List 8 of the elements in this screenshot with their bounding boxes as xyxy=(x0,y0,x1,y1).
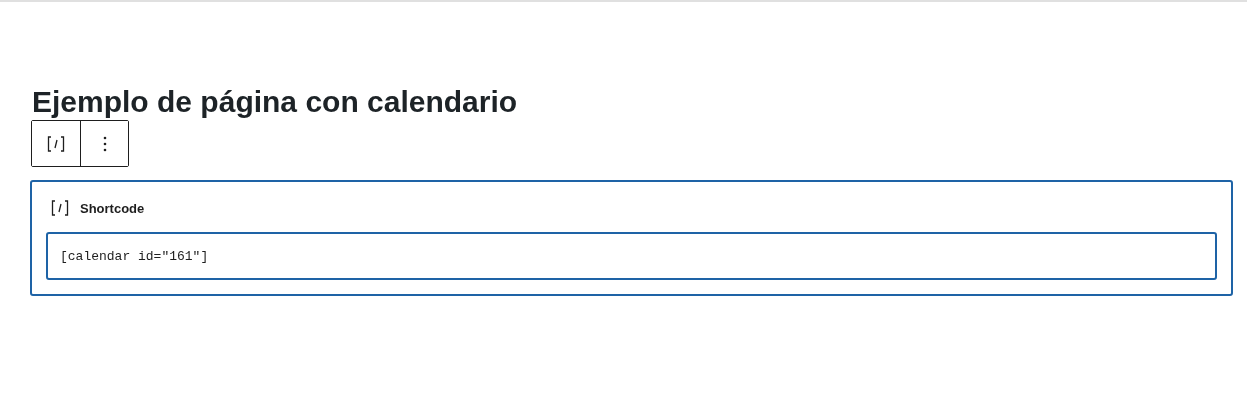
shortcode-block[interactable]: Shortcode [calendar id="161"] xyxy=(30,180,1233,296)
shortcode-field[interactable]: [calendar id="161"] xyxy=(46,232,1217,280)
shortcode-icon xyxy=(50,198,70,218)
page-title[interactable]: Ejemplo de página con calendario xyxy=(32,84,1233,120)
shortcode-icon xyxy=(46,133,66,154)
more-options-icon xyxy=(102,135,107,152)
options-button[interactable] xyxy=(80,121,128,166)
block-label: Shortcode xyxy=(80,200,145,216)
